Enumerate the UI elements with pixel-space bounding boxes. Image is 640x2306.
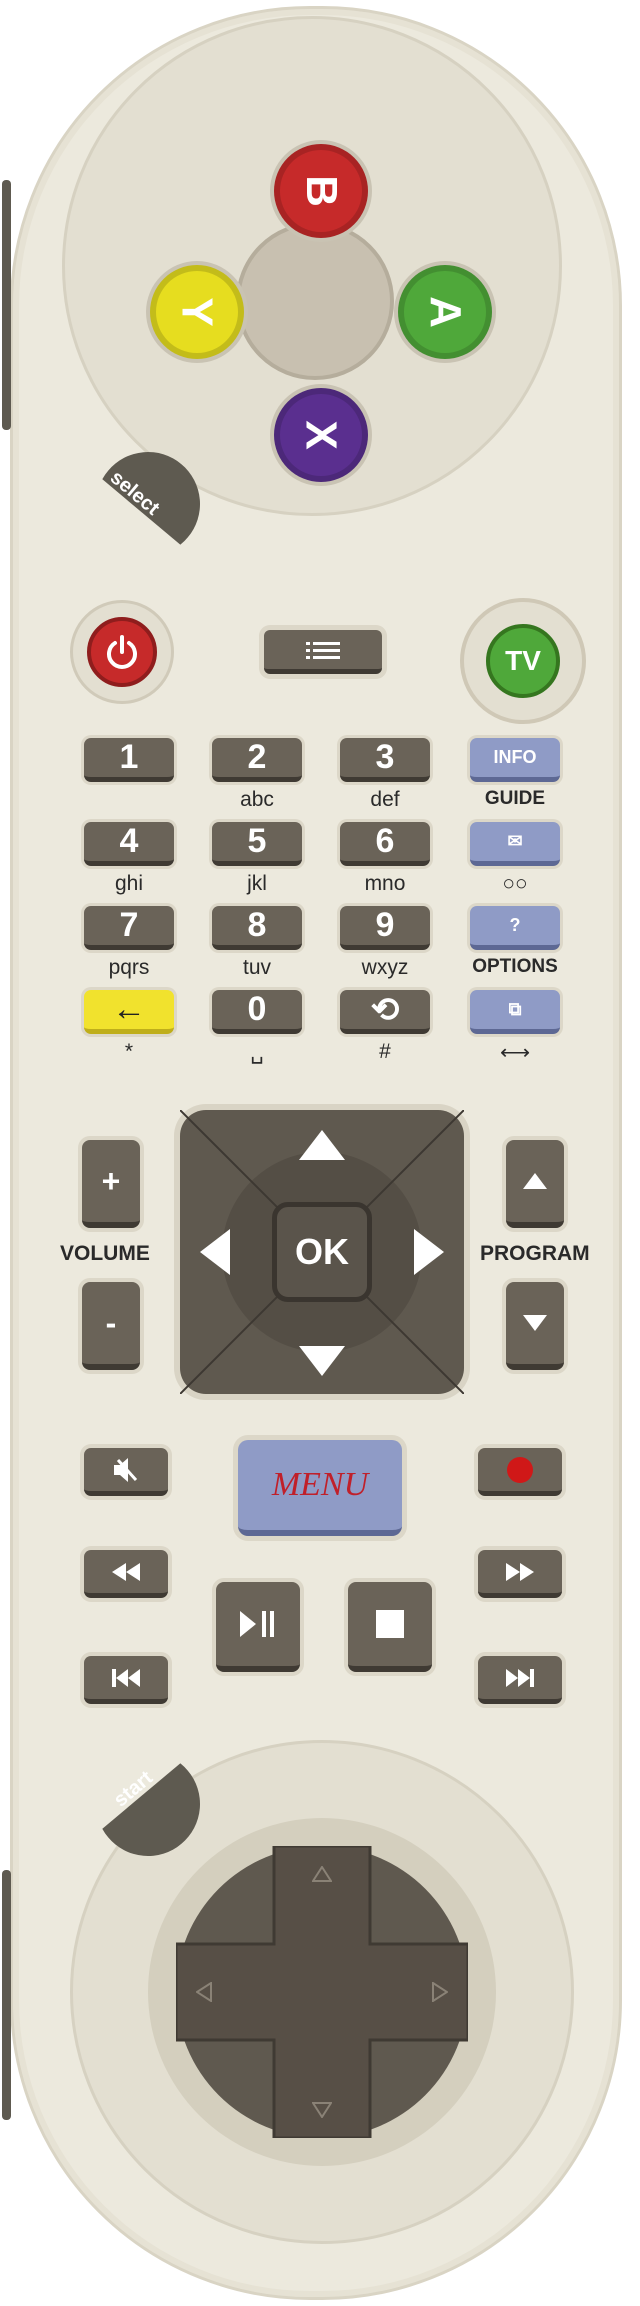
keypad-key-13[interactable]: 0 bbox=[212, 990, 302, 1034]
play-pause-button[interactable] bbox=[216, 1582, 300, 1672]
skip-back-icon bbox=[112, 1668, 140, 1687]
keypad-key-label: 1 bbox=[119, 738, 139, 776]
keypad-key-1[interactable]: 2 bbox=[212, 738, 302, 782]
menu-button[interactable]: MENU bbox=[238, 1440, 402, 1536]
up-arrow-icon bbox=[523, 1173, 547, 1189]
bottom-dpad-down-arrow[interactable] bbox=[312, 2102, 332, 2118]
keypad-sublabel: jkl bbox=[247, 872, 267, 895]
stop-button[interactable] bbox=[348, 1582, 432, 1672]
list-icon bbox=[306, 641, 340, 659]
power-icon bbox=[107, 635, 137, 669]
keypad-key-7[interactable]: ✉ bbox=[470, 822, 560, 866]
keypad-key-3[interactable]: INFO bbox=[470, 738, 560, 782]
keypad-key-6[interactable]: 6 bbox=[340, 822, 430, 866]
a-button[interactable]: A bbox=[398, 265, 492, 359]
keypad-sublabel: ○○ bbox=[502, 872, 528, 895]
keypad-sublabel: tuv bbox=[242, 956, 271, 979]
keypad-sublabel: wxyz bbox=[361, 956, 409, 979]
keypad-sublabel: ghi bbox=[114, 872, 144, 895]
keypad-sublabel: GUIDE bbox=[484, 788, 546, 809]
keypad-key-label: ← bbox=[112, 990, 146, 1028]
keypad-key-label: 4 bbox=[119, 822, 139, 860]
tv-button[interactable]: TV bbox=[460, 598, 586, 724]
stop-icon bbox=[376, 1610, 404, 1638]
keypad-sublabel: def bbox=[370, 788, 400, 811]
keypad-key-2[interactable]: 3 bbox=[340, 738, 430, 782]
keypad-key-label: 3 bbox=[375, 738, 395, 776]
keypad-key-12[interactable]: ← bbox=[84, 990, 174, 1034]
keypad-key-label: 2 bbox=[247, 738, 267, 776]
ok-button[interactable]: OK bbox=[272, 1202, 372, 1302]
keypad-key-label: 6 bbox=[375, 822, 395, 860]
power-button[interactable] bbox=[70, 600, 174, 704]
volume-label: VOLUME bbox=[60, 1242, 150, 1265]
volume-up-button[interactable]: + bbox=[82, 1140, 140, 1228]
bottom-dpad-up-arrow[interactable] bbox=[312, 1866, 332, 1882]
bottom-dpad-cross bbox=[176, 1846, 468, 2138]
mute-icon bbox=[114, 1457, 138, 1482]
previous-button[interactable] bbox=[84, 1656, 168, 1704]
keypad-key-label: INFO bbox=[493, 747, 537, 767]
keypad-key-8[interactable]: 7 bbox=[84, 906, 174, 950]
keypad-key-label: 7 bbox=[119, 906, 139, 944]
keypad-sublabel: * bbox=[124, 1040, 134, 1063]
keypad-key-11[interactable]: ? bbox=[470, 906, 560, 950]
list-button[interactable] bbox=[264, 630, 382, 674]
keypad-key-label: 8 bbox=[247, 906, 267, 944]
tv-label: TV bbox=[486, 624, 560, 698]
x-button[interactable]: X bbox=[274, 388, 368, 482]
fast-forward-button[interactable] bbox=[478, 1550, 562, 1598]
program-up-button[interactable] bbox=[506, 1140, 564, 1228]
keypad-key-5[interactable]: 5 bbox=[212, 822, 302, 866]
y-button[interactable]: Y bbox=[150, 265, 244, 359]
keypad-key-label: 5 bbox=[247, 822, 267, 860]
program-label: PROGRAM bbox=[480, 1242, 590, 1265]
keypad-sublabel: pqrs bbox=[108, 956, 150, 979]
play-pause-icon bbox=[240, 1611, 274, 1637]
keypad-key-10[interactable]: 9 bbox=[340, 906, 430, 950]
dpad-up-arrow[interactable] bbox=[297, 1128, 347, 1162]
keypad-key-label: ⟲ bbox=[370, 990, 400, 1029]
keypad-sublabel: abc bbox=[240, 788, 274, 811]
keypad-key-9[interactable]: 8 bbox=[212, 906, 302, 950]
keypad-key-0[interactable]: 1 bbox=[84, 738, 174, 782]
rewind-icon bbox=[112, 1562, 140, 1581]
left-side-strip-lower bbox=[2, 1870, 11, 2120]
next-button[interactable] bbox=[478, 1656, 562, 1704]
keypad-key-15[interactable]: ⧉ bbox=[470, 990, 560, 1034]
rewind-button[interactable] bbox=[84, 1550, 168, 1598]
keypad-sublabel: OPTIONS bbox=[472, 956, 558, 977]
keypad-key-4[interactable]: 4 bbox=[84, 822, 174, 866]
program-down-button[interactable] bbox=[506, 1282, 564, 1370]
skip-forward-icon bbox=[506, 1668, 534, 1687]
mute-button[interactable] bbox=[84, 1448, 168, 1496]
keypad-key-label: ? bbox=[509, 915, 521, 935]
dpad-left-arrow[interactable] bbox=[198, 1227, 232, 1277]
dpad: OK bbox=[180, 1110, 464, 1394]
dpad-down-arrow[interactable] bbox=[297, 1344, 347, 1378]
fast-forward-icon bbox=[506, 1562, 534, 1581]
bottom-dpad-left-arrow[interactable] bbox=[196, 1982, 212, 2002]
keypad-key-label: 9 bbox=[375, 906, 395, 944]
down-arrow-icon bbox=[523, 1315, 547, 1331]
keypad-key-label: ✉ bbox=[507, 831, 523, 851]
bottom-dpad-disc bbox=[176, 1846, 468, 2138]
keypad-key-label: ⧉ bbox=[508, 999, 522, 1019]
menu-label: MENU bbox=[271, 1466, 369, 1503]
keypad-sublabel: ⟷ bbox=[499, 1041, 531, 1064]
record-icon bbox=[507, 1456, 533, 1483]
keypad-sublabel: # bbox=[379, 1040, 391, 1063]
keypad-key-14[interactable]: ⟲ bbox=[340, 990, 430, 1034]
top-gamepad-inner bbox=[236, 222, 394, 380]
b-button[interactable]: B bbox=[274, 144, 368, 238]
keypad-key-label: 0 bbox=[247, 990, 267, 1028]
volume-down-button[interactable]: - bbox=[82, 1282, 140, 1370]
keypad-sublabel: mno bbox=[364, 872, 406, 895]
keypad-sublabel: ␣ bbox=[250, 1041, 264, 1064]
left-side-strip bbox=[2, 180, 11, 430]
record-button[interactable] bbox=[478, 1448, 562, 1496]
dpad-right-arrow[interactable] bbox=[412, 1227, 446, 1277]
bottom-dpad-right-arrow[interactable] bbox=[432, 1982, 448, 2002]
